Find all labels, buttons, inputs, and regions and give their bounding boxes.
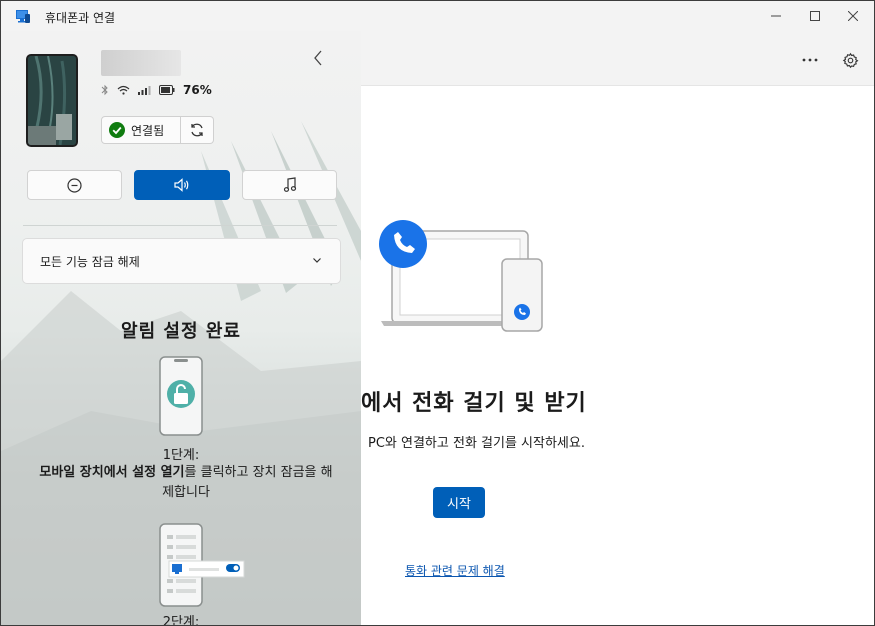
window-title: 휴대폰과 연결 [45, 11, 116, 25]
title-bar: 휴대폰과 연결 [1, 1, 874, 31]
do-not-disturb-button[interactable] [27, 170, 122, 200]
gear-icon [842, 52, 858, 68]
battery-icon [159, 85, 175, 95]
calls-heading: 에서 전화 걸기 및 받기 [361, 391, 587, 416]
chevron-left-icon [314, 50, 322, 66]
maximize-icon [810, 11, 820, 21]
close-icon [848, 11, 858, 21]
minimize-icon [771, 15, 781, 17]
battery-percentage: 76% [183, 83, 212, 97]
speaker-icon [173, 178, 188, 192]
connection-status-button[interactable]: 연결됨 [101, 116, 181, 144]
check-circle-icon [109, 122, 125, 138]
refresh-icon [191, 123, 203, 137]
bluetooth-icon [101, 84, 108, 96]
call-troubleshoot-link[interactable]: 통화 관련 문제 해결 [405, 562, 505, 579]
sound-button[interactable] [134, 170, 230, 200]
device-status: 76% [101, 83, 212, 97]
pc-phone-call-illustration [379, 220, 543, 332]
monitor-phone-icon [16, 10, 30, 23]
step1-bold-text: 모바일 장치에서 설정 열기 [39, 465, 185, 480]
maximize-button[interactable] [797, 1, 833, 31]
divider [23, 225, 337, 226]
content-header [361, 31, 874, 86]
signal-icon [138, 86, 151, 95]
start-button[interactable]: 시작 [433, 487, 485, 518]
step1-rest-text: 를 클릭하고 장치 잠금을 해제합니다 [162, 465, 333, 500]
app-window: 휴대폰과 연결 76% 연결됨 모든 기능 잠금 해제 알림 설정 완료 1단계… [0, 0, 875, 626]
step1-description: 모바일 장치에서 설정 열기를 클릭하고 장치 잠금을 해제합니다 [36, 463, 336, 503]
settings-toggle-illustration [159, 523, 245, 607]
calls-subtitle: PC와 연결하고 전화 걸기를 시작하세요. [368, 436, 585, 451]
step2-label: 2단계: [162, 615, 200, 625]
unlock-features-dropdown[interactable]: 모든 기능 잠금 해제 [22, 238, 341, 284]
refresh-button[interactable] [181, 116, 214, 144]
device-name-redacted [101, 50, 181, 76]
minimize-button[interactable] [758, 1, 794, 31]
phone-wallpaper-thumbnail [26, 54, 78, 147]
device-pane: 76% 연결됨 모든 기능 잠금 해제 알림 설정 완료 1단계: 모바일 장치… [1, 31, 361, 625]
do-not-disturb-icon [67, 177, 82, 193]
chevron-down-icon [313, 258, 321, 263]
connection-label: 연결됨 [131, 123, 165, 138]
phone-unlock-illustration [159, 356, 203, 436]
notification-setup-title: 알림 설정 완료 [121, 321, 241, 342]
media-button[interactable] [242, 170, 337, 200]
settings-button[interactable] [835, 47, 865, 73]
more-button[interactable] [795, 47, 825, 73]
music-note-icon [283, 177, 296, 192]
close-button[interactable] [835, 1, 871, 31]
collapse-pane-button[interactable] [307, 47, 329, 69]
more-icon [802, 58, 818, 62]
unlock-features-label: 모든 기능 잠금 해제 [40, 254, 140, 269]
step1-label: 1단계: [162, 448, 200, 463]
wifi-icon [117, 85, 130, 95]
